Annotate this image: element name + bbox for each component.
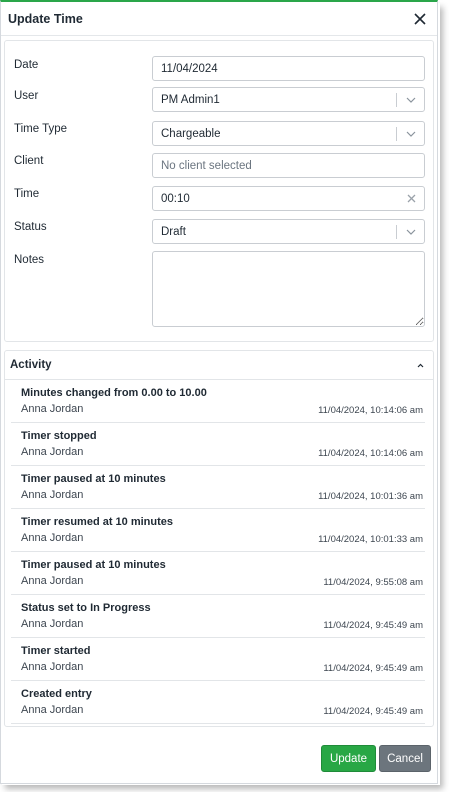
activity-item-timestamp: 11/04/2024, 9:45:49 am [323,620,423,631]
activity-item-title: Timer started [21,645,91,657]
activity-item-timestamp: 11/04/2024, 10:01:33 am [318,534,423,545]
user-select[interactable]: PM Admin1 [152,87,425,112]
update-button[interactable]: Update [321,745,376,772]
time-entry-form: Date 11/04/2024 User PM Admin1 Time Type… [4,40,434,342]
activity-panel: Activity Minutes changed from 0.00 to 10… [4,350,434,727]
select-divider [396,225,397,239]
time-input[interactable]: 00:10 [152,186,425,211]
activity-list: Minutes changed from 0.00 to 10.00 Anna J… [5,380,433,724]
activity-item-title: Status set to In Progress [21,602,151,614]
activity-item: Timer resumed at 10 minutes Anna Jordan 11… [11,509,425,552]
chevron-down-icon[interactable] [406,95,416,105]
time-type-select[interactable]: Chargeable [152,121,425,146]
activity-item-user: Anna Jordan [21,403,84,415]
status-select[interactable]: Draft [152,219,425,244]
activity-item-user: Anna Jordan [21,618,84,630]
close-icon[interactable] [413,12,427,26]
activity-item-title: Created entry [21,688,92,700]
activity-item: Timer paused at 10 minutes Anna Jordan 11/… [11,466,425,509]
status-label: Status [14,221,47,233]
activity-item-user: Anna Jordan [21,446,84,458]
dialog-title: Update Time [8,11,83,26]
notes-label: Notes [14,254,45,266]
time-label: Time [14,188,40,200]
activity-item-title: Timer paused at 10 minutes [21,559,166,571]
chevron-down-icon[interactable] [406,227,416,237]
activity-item-user: Anna Jordan [21,532,84,544]
user-select-value: PM Admin1 [161,93,220,106]
activity-header[interactable]: Activity [5,351,433,380]
client-label: Client [14,155,44,167]
caret-up-icon[interactable] [416,361,425,370]
chevron-down-icon[interactable] [406,129,416,139]
activity-item: Timer stopped Anna Jordan 11/04/2024, 10:1… [11,423,425,466]
activity-item: Status set to In Progress Anna Jordan 11/0… [11,595,425,638]
time-type-label: Time Type [14,123,68,135]
activity-item-title: Minutes changed from 0.00 to 10.00 [21,387,207,399]
time-input-value: 00:10 [161,192,190,205]
activity-item-timestamp: 11/04/2024, 10:14:06 am [318,405,423,416]
activity-item: Minutes changed from 0.00 to 10.00 Anna J… [11,380,425,423]
notes-textarea[interactable] [152,251,425,327]
date-label: Date [14,59,39,71]
activity-item-user: Anna Jordan [21,575,84,587]
status-select-value: Draft [161,225,186,238]
client-select[interactable]: No client selected [152,153,425,178]
activity-item-title: Timer resumed at 10 minutes [21,516,174,528]
activity-item-timestamp: 11/04/2024, 10:14:06 am [318,448,423,459]
user-label: User [14,90,39,102]
date-field[interactable]: 11/04/2024 [152,56,425,81]
clear-icon[interactable] [407,194,416,203]
activity-item-user: Anna Jordan [21,489,84,501]
activity-item: Timer started Anna Jordan 11/04/2024, 9:45… [11,638,425,681]
update-time-dialog: Update Time Date 11/04/2024 User PM Admi… [0,0,438,784]
time-type-select-value: Chargeable [161,127,221,140]
activity-title: Activity [10,359,52,371]
activity-item-user: Anna Jordan [21,661,84,673]
activity-item: Timer paused at 10 minutes Anna Jordan 11/… [11,552,425,595]
cancel-button[interactable]: Cancel [379,745,431,772]
activity-item-title: Timer paused at 10 minutes [21,473,166,485]
activity-item-title: Timer stopped [21,430,97,442]
activity-item-timestamp: 11/04/2024, 9:45:49 am [323,706,423,717]
activity-item: Created entry Anna Jordan 11/04/2024, 9:45… [11,681,425,724]
activity-item-timestamp: 11/04/2024, 9:45:49 am [323,663,423,674]
select-divider [396,127,397,141]
activity-item-timestamp: 11/04/2024, 10:01:36 am [318,491,423,502]
dialog-header: Update Time [1,2,437,36]
activity-item-timestamp: 11/04/2024, 9:55:08 am [323,577,423,588]
select-divider [396,93,397,107]
activity-item-user: Anna Jordan [21,704,84,716]
